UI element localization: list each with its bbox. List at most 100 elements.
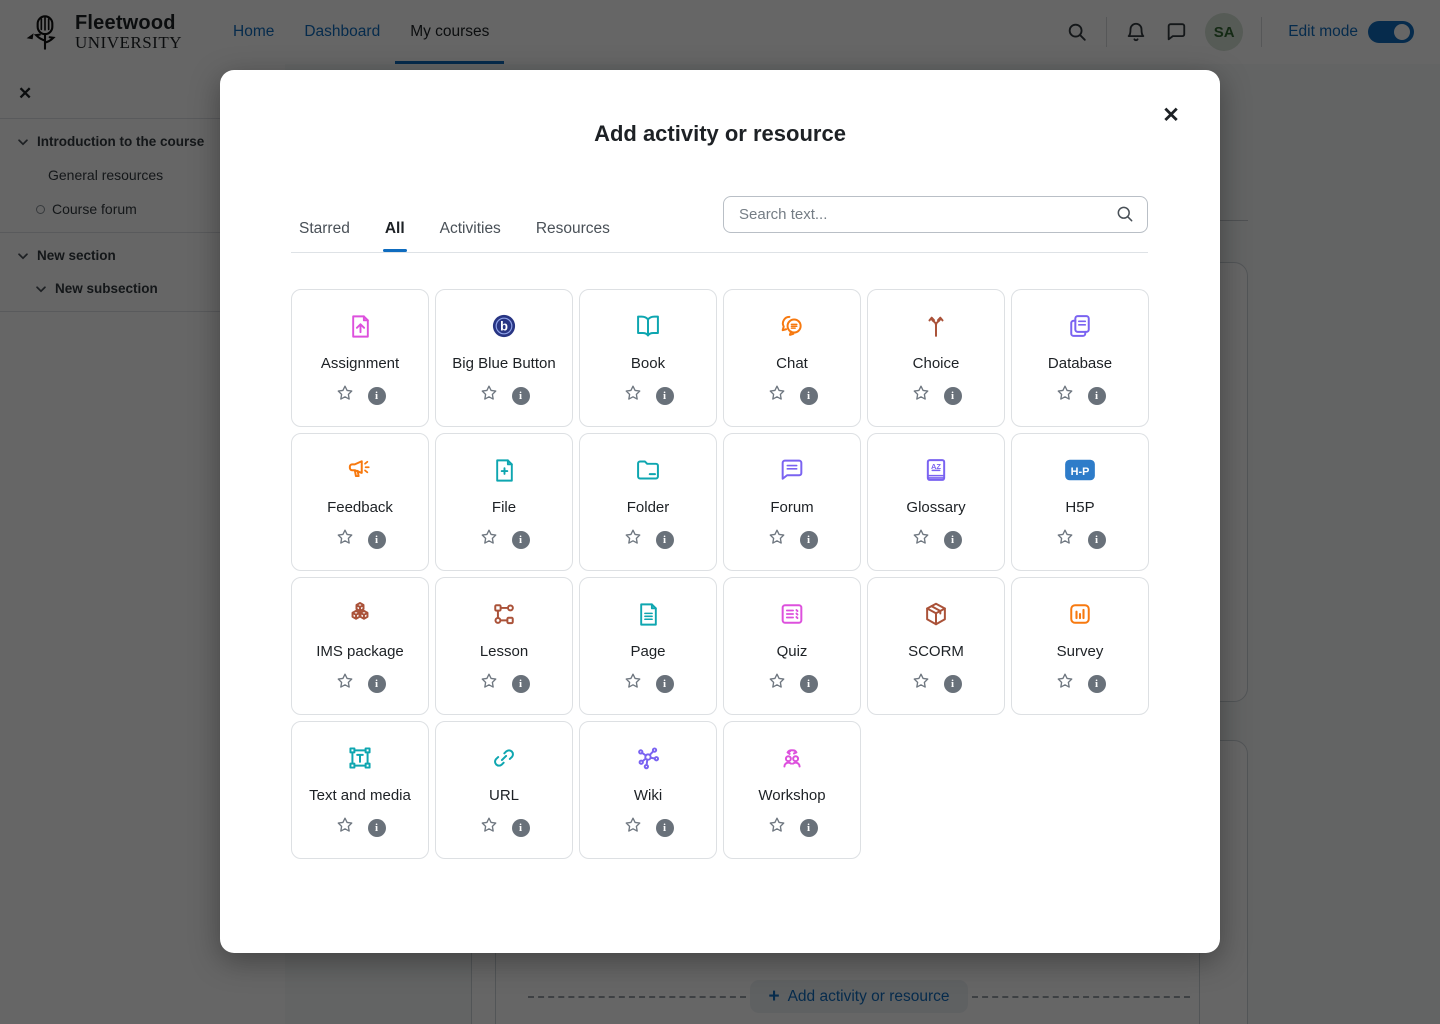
tile-actions: i — [911, 671, 962, 696]
star-icon[interactable] — [767, 671, 787, 696]
modal-title: Add activity or resource — [220, 70, 1220, 147]
activity-tile-ims-package[interactable]: IMS packagei — [291, 577, 429, 715]
modal-toolbar: Starred All Activities Resources — [291, 190, 1148, 252]
activity-tile-wiki[interactable]: Wikii — [579, 721, 717, 859]
activity-tile-scorm[interactable]: SCORMi — [867, 577, 1005, 715]
info-icon[interactable]: i — [1088, 675, 1106, 693]
search-icon[interactable] — [1115, 204, 1135, 224]
info-icon[interactable]: i — [800, 531, 818, 549]
svg-text:b: b — [500, 319, 508, 334]
info-icon[interactable]: i — [512, 675, 530, 693]
star-icon[interactable] — [767, 383, 787, 408]
star-icon[interactable] — [479, 815, 499, 840]
tile-actions: i — [479, 815, 530, 840]
activity-tile-url[interactable]: URLi — [435, 721, 573, 859]
info-icon[interactable]: i — [800, 387, 818, 405]
activity-tile-label: Big Blue Button — [448, 355, 559, 372]
star-icon[interactable] — [479, 671, 499, 696]
star-icon[interactable] — [623, 815, 643, 840]
info-icon[interactable]: i — [1088, 531, 1106, 549]
tab-activities[interactable]: Activities — [440, 220, 501, 252]
activity-tile-forum[interactable]: Forumi — [723, 433, 861, 571]
activity-tile-workshop[interactable]: Workshopi — [723, 721, 861, 859]
activity-tile-label: Lesson — [476, 643, 532, 660]
choice-icon — [922, 311, 950, 341]
star-icon[interactable] — [911, 671, 931, 696]
star-icon[interactable] — [623, 383, 643, 408]
activity-tile-lesson[interactable]: Lesson i — [435, 577, 573, 715]
activity-tile-label: Survey — [1053, 643, 1108, 660]
info-icon[interactable]: i — [800, 819, 818, 837]
star-icon[interactable] — [335, 815, 355, 840]
svg-text:AZ: AZ — [931, 462, 941, 471]
activity-tile-h5p[interactable]: H-PH5Pi — [1011, 433, 1149, 571]
modal-search-input[interactable] — [723, 196, 1148, 233]
activity-tile-database[interactable]: Databasei — [1011, 289, 1149, 427]
info-icon[interactable]: i — [368, 675, 386, 693]
activity-tile-folder[interactable]: Folder i — [579, 433, 717, 571]
star-icon[interactable] — [335, 671, 355, 696]
activity-tile-label: Text and media — [305, 787, 415, 804]
activity-tile-label: Page — [626, 643, 669, 660]
activity-tile-chat[interactable]: Chati — [723, 289, 861, 427]
activity-tile-label: File — [488, 499, 520, 516]
activity-tile-glossary[interactable]: AZGlossaryi — [867, 433, 1005, 571]
activity-tile-quiz[interactable]: Quizi — [723, 577, 861, 715]
activity-tile-file[interactable]: File i — [435, 433, 573, 571]
info-icon[interactable]: i — [368, 387, 386, 405]
tile-actions: i — [479, 671, 530, 696]
activity-tile-text-and-media[interactable]: Text and media i — [291, 721, 429, 859]
info-icon[interactable]: i — [656, 387, 674, 405]
glossary-icon: AZ — [922, 455, 950, 485]
tile-actions: i — [767, 671, 818, 696]
tab-starred[interactable]: Starred — [299, 220, 350, 252]
star-icon[interactable] — [623, 671, 643, 696]
folder-icon — [634, 455, 662, 485]
activity-tile-book[interactable]: Booki — [579, 289, 717, 427]
tab-all[interactable]: All — [385, 220, 405, 252]
activity-tile-label: Folder — [623, 499, 674, 516]
info-icon[interactable]: i — [368, 531, 386, 549]
star-icon[interactable] — [479, 527, 499, 552]
star-icon[interactable] — [623, 527, 643, 552]
text-media-icon — [346, 743, 374, 773]
modal-close-icon[interactable]: ✕ — [1158, 102, 1184, 128]
info-icon[interactable]: i — [512, 819, 530, 837]
tab-resources[interactable]: Resources — [536, 220, 610, 252]
forum-icon — [778, 455, 806, 485]
info-icon[interactable]: i — [944, 387, 962, 405]
activity-tile-choice[interactable]: Choicei — [867, 289, 1005, 427]
star-icon[interactable] — [911, 383, 931, 408]
star-icon[interactable] — [911, 527, 931, 552]
info-icon[interactable]: i — [656, 531, 674, 549]
star-icon[interactable] — [479, 383, 499, 408]
star-icon[interactable] — [335, 383, 355, 408]
info-icon[interactable]: i — [368, 819, 386, 837]
star-icon[interactable] — [767, 815, 787, 840]
info-icon[interactable]: i — [656, 675, 674, 693]
info-icon[interactable]: i — [512, 531, 530, 549]
info-icon[interactable]: i — [800, 675, 818, 693]
activity-tile-survey[interactable]: Survey i — [1011, 577, 1149, 715]
star-icon[interactable] — [767, 527, 787, 552]
activity-tile-assignment[interactable]: Assignmenti — [291, 289, 429, 427]
url-icon — [490, 743, 518, 773]
info-icon[interactable]: i — [944, 675, 962, 693]
activity-tile-grid: AssignmentibBig Blue ButtoniBookiChatiCh… — [291, 289, 1149, 859]
info-icon[interactable]: i — [512, 387, 530, 405]
star-icon[interactable] — [1055, 383, 1075, 408]
star-icon[interactable] — [1055, 527, 1075, 552]
tile-actions: i — [623, 671, 674, 696]
activity-tile-big-blue-button[interactable]: b Big Blue Button i — [435, 289, 573, 427]
star-icon[interactable] — [1055, 671, 1075, 696]
tile-actions: i — [767, 527, 818, 552]
star-icon[interactable] — [335, 527, 355, 552]
modal-search — [723, 196, 1148, 233]
feedback-icon — [346, 455, 374, 485]
info-icon[interactable]: i — [1088, 387, 1106, 405]
info-icon[interactable]: i — [656, 819, 674, 837]
tile-actions: i — [623, 815, 674, 840]
info-icon[interactable]: i — [944, 531, 962, 549]
activity-tile-page[interactable]: Page i — [579, 577, 717, 715]
activity-tile-feedback[interactable]: Feedbacki — [291, 433, 429, 571]
